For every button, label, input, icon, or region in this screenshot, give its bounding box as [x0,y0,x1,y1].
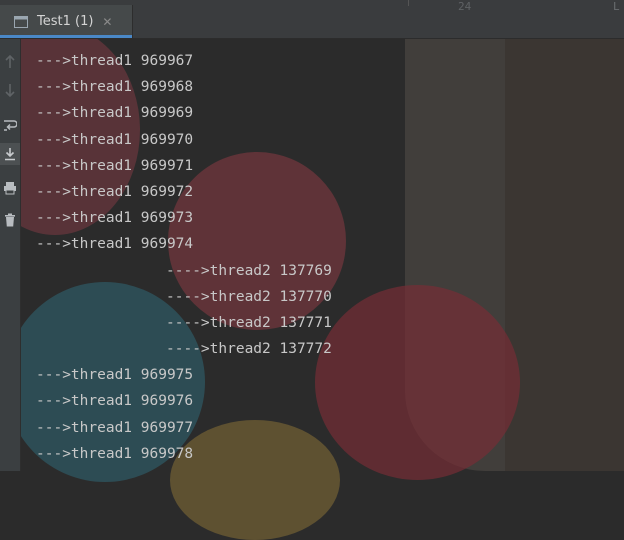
console-line: --->thread1 969976 [36,393,194,410]
run-tab-bar: 24 L Test1 (1) ✕ [0,0,624,39]
up-arrow-icon[interactable] [0,51,20,73]
editor-divider [408,0,409,6]
console-toolbar [0,39,21,471]
console-window-icon [14,15,28,28]
print-icon[interactable] [0,177,20,199]
editor-line-number: 24 [458,0,472,13]
down-arrow-icon[interactable] [0,79,20,101]
active-tab-indicator [0,35,132,38]
console-line: --->thread1 969974 [36,236,194,253]
close-icon[interactable]: ✕ [102,15,112,29]
console-line: --->thread1 969967 [36,53,194,69]
console-line: --->thread1 969968 [36,79,194,96]
console-line: --->thread1 969977 [36,419,194,436]
console-line: --->thread1 969970 [36,131,194,148]
tab-title: Test1 (1) [37,14,94,29]
editor-edge-char: L [613,0,620,13]
tab-test1[interactable]: Test1 (1) ✕ [0,5,133,38]
console-output: --->thread1 969967 --->thread1 969968 --->… [36,48,616,467]
console-line: --->thread1 969972 [36,183,194,200]
console-line: --->thread1 969975 [36,367,194,384]
scroll-to-end-icon[interactable] [0,143,20,165]
console-line: --->thread1 969973 [36,210,194,227]
trash-icon[interactable] [0,209,20,231]
console-line: --->thread1 969978 [36,445,194,462]
console-line: --->thread1 969969 [36,105,194,122]
console-line: --->thread1 969971 [36,157,194,174]
console-line: ---->thread2 137769 [166,262,332,279]
console-line: ---->thread2 137770 [166,288,332,305]
soft-wrap-icon[interactable] [0,114,20,136]
console-line: ---->thread2 137772 [166,341,332,358]
console-line: ---->thread2 137771 [166,314,332,331]
